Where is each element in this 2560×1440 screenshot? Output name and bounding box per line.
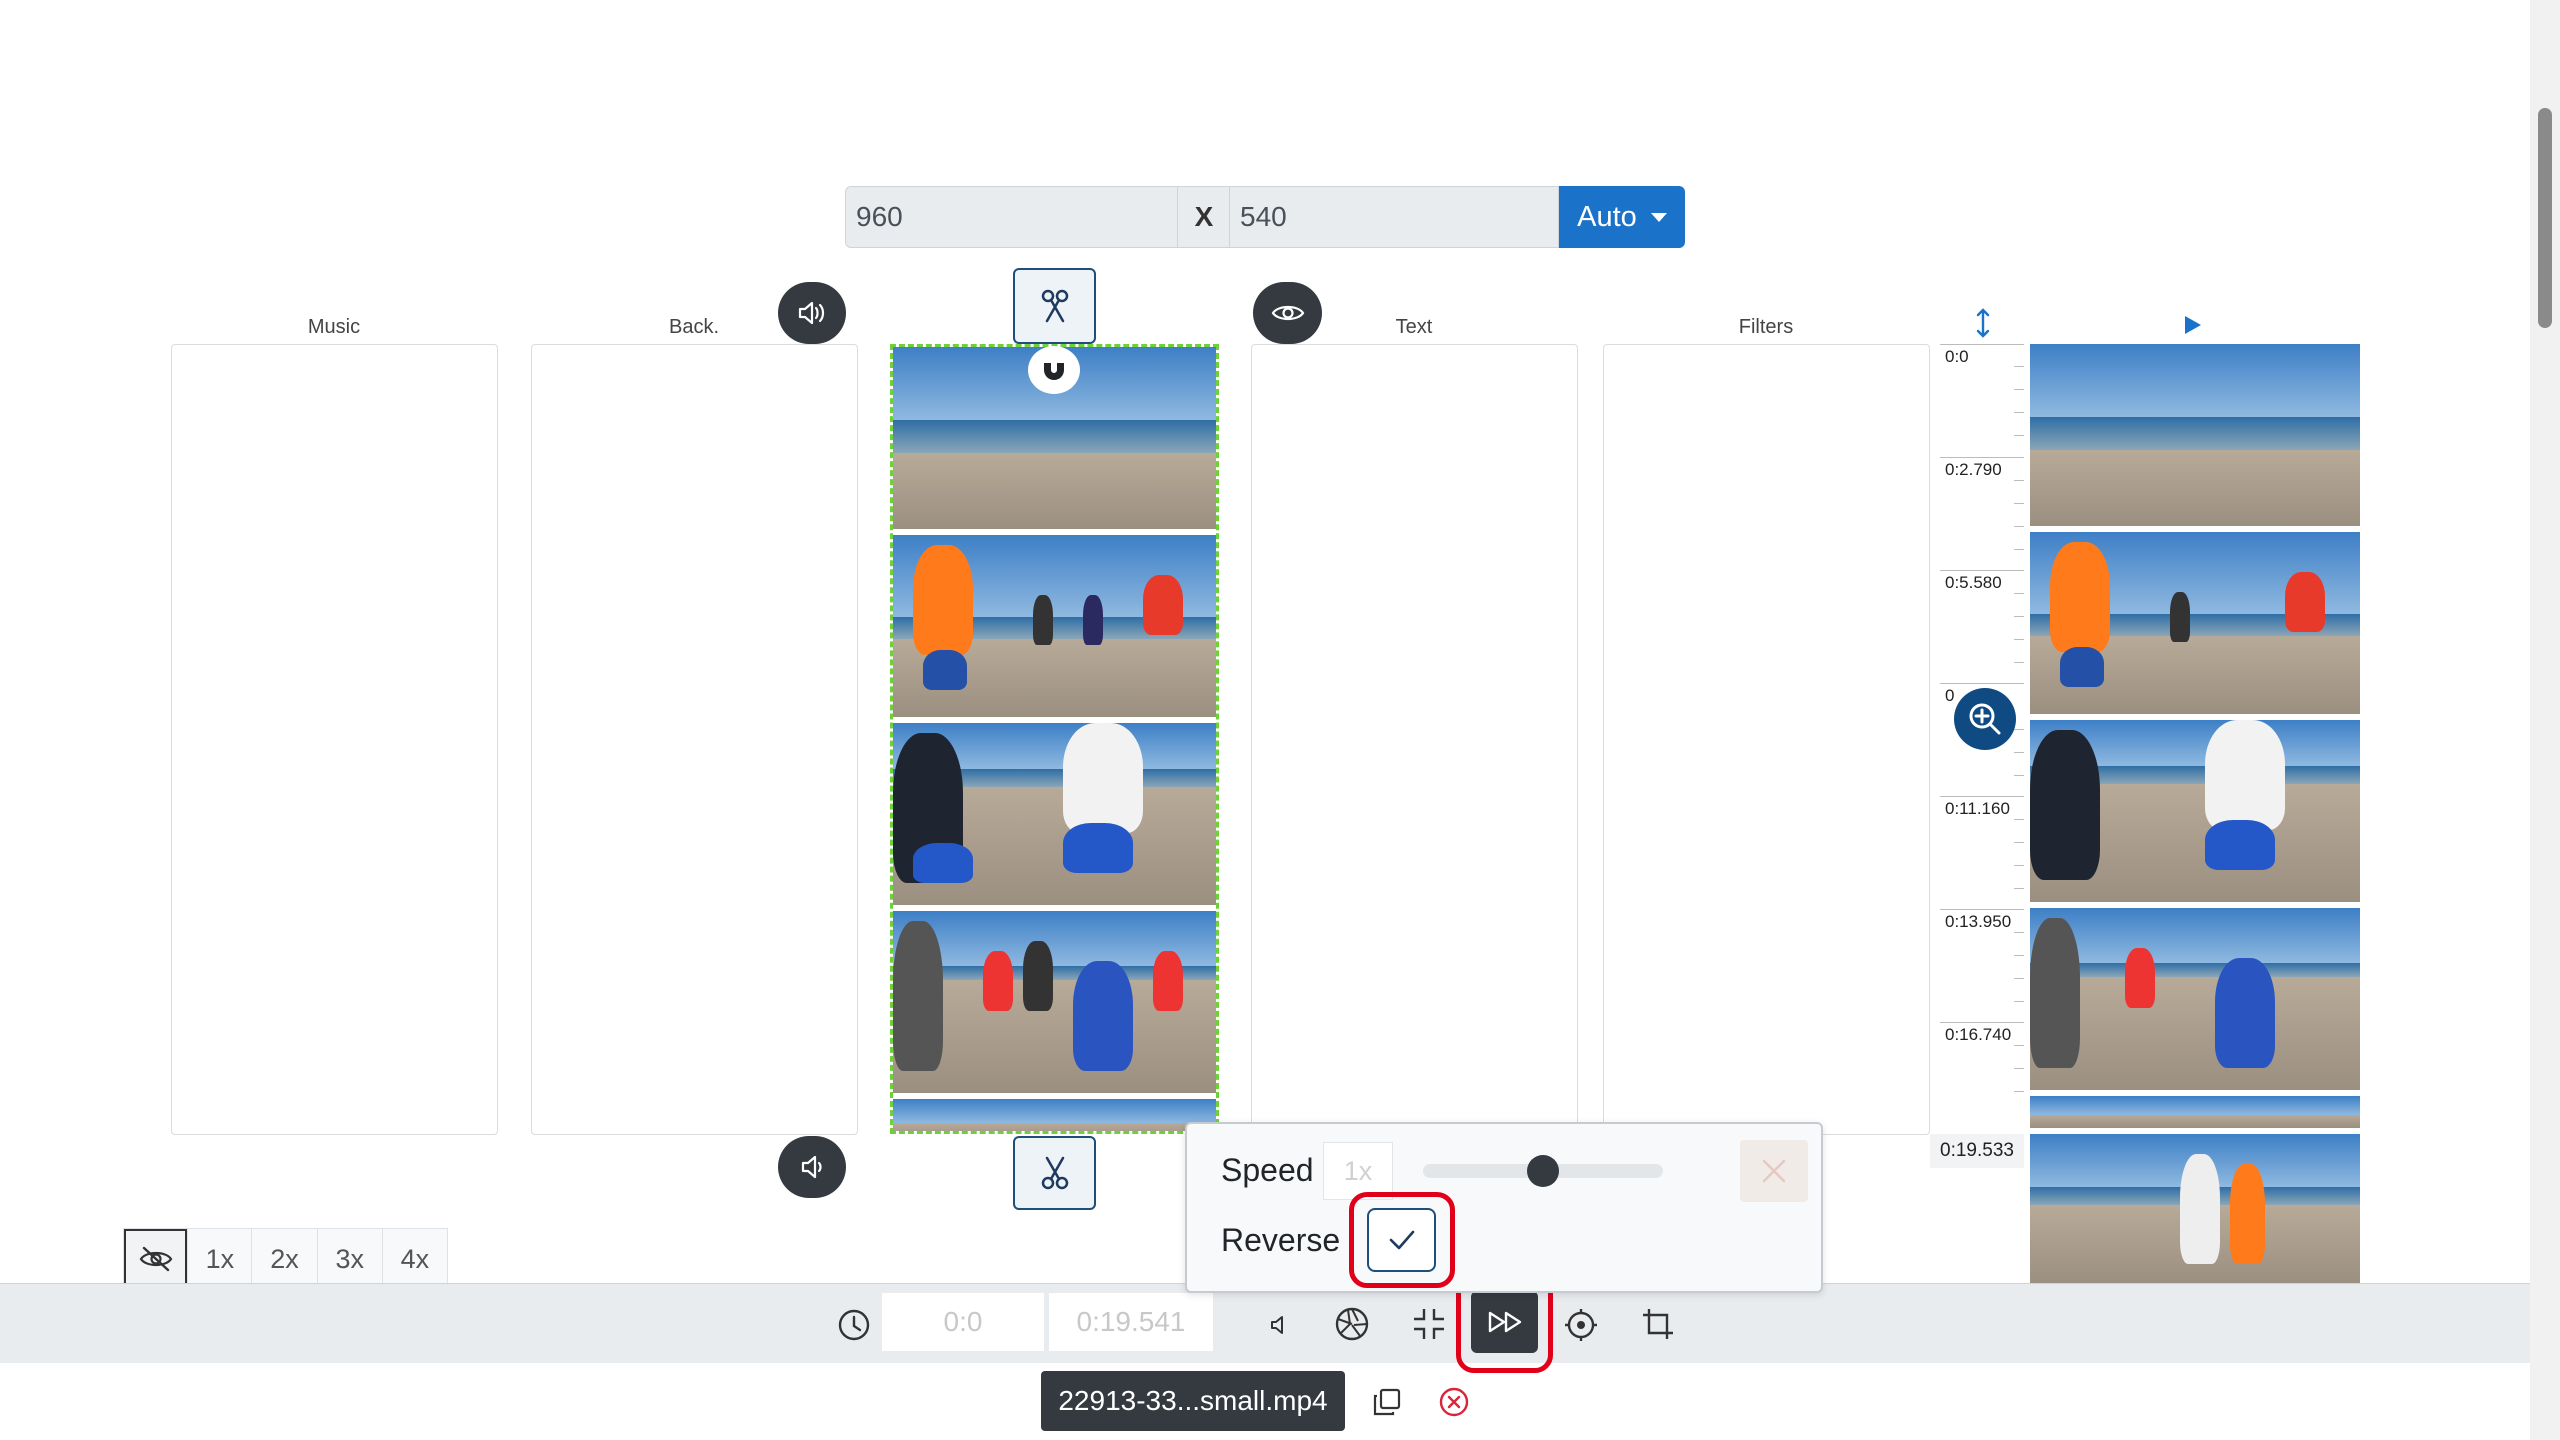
close-icon bbox=[1762, 1159, 1786, 1183]
end-time-field[interactable]: 0:19.541 bbox=[1049, 1293, 1213, 1351]
resolution-mode-label: Auto bbox=[1577, 200, 1637, 233]
audio-button[interactable] bbox=[1262, 1305, 1296, 1345]
visibility-button[interactable] bbox=[1253, 282, 1322, 344]
filters-track-label: Filters bbox=[1738, 316, 1794, 338]
ruler-mark: 0:11.160 bbox=[1945, 799, 2010, 818]
width-input[interactable]: 960 bbox=[845, 186, 1178, 248]
ruler-mark: 0:16.740 bbox=[1945, 1025, 2012, 1044]
position-button[interactable] bbox=[1560, 1304, 1602, 1346]
remove-circle-icon bbox=[1439, 1387, 1469, 1417]
music-track-label: Music bbox=[307, 316, 361, 338]
ruler-mark: 0:2.790 bbox=[1945, 460, 2002, 479]
preview-frame bbox=[2030, 344, 2360, 526]
fast-forward-icon bbox=[1488, 1311, 1521, 1333]
clip-frame bbox=[893, 911, 1216, 1093]
ruler-mark: 0:5.580 bbox=[1945, 573, 2002, 592]
speaker-icon bbox=[1271, 1316, 1283, 1334]
zoom-in-icon bbox=[1969, 703, 2001, 735]
eye-icon bbox=[1271, 305, 1304, 321]
speed-button[interactable] bbox=[1471, 1291, 1538, 1353]
chevron-down-icon bbox=[1650, 212, 1667, 222]
check-icon bbox=[1389, 1230, 1414, 1250]
speed-label: Speed bbox=[1221, 1152, 1314, 1188]
speed-slider[interactable] bbox=[1423, 1155, 1663, 1187]
zoom-4x-button[interactable]: 4x bbox=[381, 1229, 447, 1289]
crop-button[interactable] bbox=[1637, 1303, 1679, 1345]
ruler-mark: 0 bbox=[1945, 686, 1955, 705]
background-track[interactable] bbox=[531, 344, 858, 1135]
preview-strip bbox=[2030, 344, 2360, 1284]
scissors-icon bbox=[1041, 1156, 1068, 1190]
magnet-icon bbox=[1044, 358, 1064, 380]
filters-track[interactable] bbox=[1603, 344, 1930, 1135]
reverse-label: Reverse bbox=[1221, 1222, 1341, 1258]
track-height-resize-handle[interactable] bbox=[1970, 308, 1996, 342]
reverse-checkbox[interactable] bbox=[1367, 1208, 1436, 1272]
scissors-icon bbox=[1041, 289, 1068, 323]
time-button[interactable] bbox=[834, 1305, 874, 1345]
preview-frame bbox=[2030, 720, 2360, 902]
zoom-1x-button[interactable]: 1x bbox=[187, 1229, 251, 1289]
speed-slider-thumb[interactable] bbox=[1527, 1155, 1559, 1187]
eye-slash-icon bbox=[139, 1246, 172, 1272]
zoom-in-button[interactable] bbox=[1954, 688, 2016, 750]
filter-button[interactable] bbox=[1331, 1303, 1373, 1345]
resolution-mode-dropdown[interactable]: Auto bbox=[1559, 186, 1685, 248]
volume-up-button[interactable] bbox=[778, 282, 846, 344]
clip-frame bbox=[893, 723, 1216, 905]
preview-frame bbox=[2030, 1134, 2360, 1284]
scrollbar-thumb[interactable] bbox=[2538, 108, 2552, 328]
zoom-3x-button[interactable]: 3x bbox=[316, 1229, 382, 1289]
split-clip-button-top[interactable] bbox=[1013, 268, 1096, 344]
preview-frame bbox=[2030, 908, 2360, 1090]
ruler-mark: 0:13.950 bbox=[1945, 912, 2012, 931]
text-track[interactable] bbox=[1251, 344, 1578, 1135]
reset-speed-button[interactable] bbox=[1740, 1140, 1808, 1202]
height-input[interactable]: 540 bbox=[1229, 186, 1559, 248]
clip-frame bbox=[893, 1099, 1216, 1131]
ruler-mark: 0:0 bbox=[1945, 347, 1969, 366]
speed-popover: Speed 1x Reverse bbox=[1185, 1122, 1823, 1293]
preview-frame bbox=[2030, 1096, 2360, 1128]
music-track[interactable] bbox=[171, 344, 498, 1135]
volume-up-icon bbox=[798, 301, 825, 325]
compress-icon bbox=[1414, 1309, 1444, 1339]
aperture-icon bbox=[1335, 1307, 1369, 1341]
copy-icon bbox=[1373, 1388, 1401, 1416]
page-scrollbar[interactable] bbox=[2530, 0, 2560, 1440]
ruler-end-label: 0:19.533 bbox=[1930, 1134, 2024, 1168]
compress-button[interactable] bbox=[1408, 1303, 1450, 1345]
split-clip-button-bottom[interactable] bbox=[1013, 1136, 1096, 1210]
snap-magnet-button[interactable] bbox=[1028, 346, 1080, 394]
vertical-resize-icon bbox=[1976, 308, 1990, 338]
volume-down-button[interactable] bbox=[778, 1136, 846, 1198]
volume-down-icon bbox=[801, 1155, 822, 1179]
start-time-field[interactable]: 0:0 bbox=[882, 1293, 1044, 1351]
resolution-separator: X bbox=[1178, 186, 1230, 248]
duplicate-file-button[interactable] bbox=[1368, 1383, 1406, 1421]
hide-preview-button[interactable] bbox=[124, 1229, 188, 1289]
file-name-chip: 22913-33...small.mp4 bbox=[1041, 1371, 1345, 1431]
target-icon bbox=[1565, 1309, 1597, 1341]
zoom-level-group: 1x 2x 3x 4x bbox=[123, 1228, 448, 1290]
crop-icon bbox=[1643, 1309, 1673, 1339]
remove-file-button[interactable] bbox=[1435, 1383, 1473, 1421]
zoom-2x-button[interactable]: 2x bbox=[251, 1229, 316, 1289]
play-button[interactable] bbox=[2183, 314, 2207, 336]
clip-frame bbox=[893, 535, 1216, 717]
video-clip-track[interactable] bbox=[890, 344, 1219, 1134]
play-icon bbox=[2185, 316, 2201, 334]
preview-frame bbox=[2030, 532, 2360, 714]
clock-icon bbox=[838, 1309, 870, 1341]
